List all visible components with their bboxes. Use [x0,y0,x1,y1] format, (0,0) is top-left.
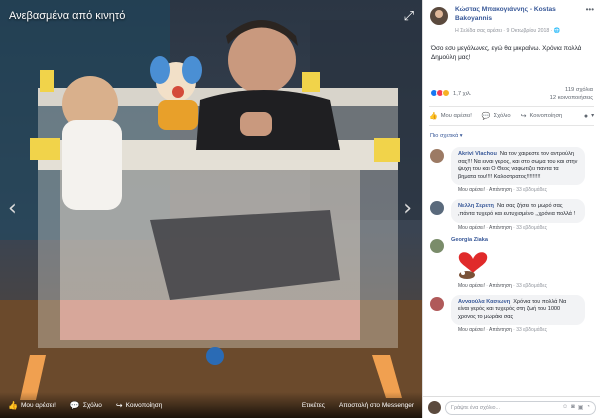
comment-meta: Μου αρέσει! · Απάντηση · 33 εβδομάδες [458,224,548,231]
post-meta-text: Η Σελίδα σας αρέσει · 9 Οκτωβρίου 2018 · [455,28,553,34]
like-icon: 👍 [429,113,438,120]
reaction-icons[interactable] [430,89,450,99]
photo-theater: Ανεβασμένα από κινητό ⤢ ‹ › 👍 Μου αρέσει!… [0,0,422,418]
comment-time[interactable]: 33 εβδομάδες [516,187,547,193]
comment-like-link[interactable]: Μου αρέσει! [458,283,485,289]
comment-bubble: Ανναούλα Κασιωνη Χρόνια του πολλά Να είνα… [451,294,585,326]
tag-button[interactable]: Ετικέτες [302,402,325,409]
comment-like-link[interactable]: Μου αρέσει! [458,225,485,231]
author-avatar[interactable] [430,7,448,25]
heart-sticker-icon [451,245,495,281]
comment-icon: 💬 [481,113,491,120]
reaction-count[interactable]: 1,7 χιλ. [453,91,472,97]
previous-arrow-icon[interactable]: ‹ [8,196,17,221]
comment-meta: Μου αρέσει! · Απάντηση · 33 εβδομάδες [458,282,548,289]
commenter-avatar[interactable] [430,149,444,163]
camera-icon[interactable]: ◙ [571,404,575,411]
comment-meta: Μου αρέσει! · Απάντηση · 33 εβδομάδες [458,327,548,334]
fullscreen-icon[interactable]: ⤢ [404,8,414,24]
comment-bubble: Νελλη Σερετη Να σας ζήσει το μωρό σας ,πά… [451,199,585,223]
reactions-row: 1,7 χιλ. 119 σχόλια 12 κοινοποιήσεις [423,74,600,102]
comment-reply-link[interactable]: Απάντηση [489,187,512,193]
post-meta: Η Σελίδα σας αρέσει · 9 Οκτωβρίου 2018 ·… [455,28,560,34]
comment-label: Σχόλιο [493,113,511,119]
comment-item: Georgia Ziaka Μου αρέσει! · Απάντηση · 3… [423,237,600,289]
comment-item: Νελλη Σερετη Να σας ζήσει το μωρό σας ,πά… [423,199,600,231]
comment-input-placeholder: Γράψτε ένα σχόλιο... [451,404,501,411]
commenter-name[interactable]: Akrivi Vlachou [458,151,497,157]
post-actions: 👍 Μου αρέσει! 💬 Σχόλιο ↪ Κοινοποίηση ● ▾ [429,106,594,126]
my-avatar [428,401,441,414]
comment-input[interactable]: Γράψτε ένα σχόλιο... ☺ ◙ ▣ ◔ [445,400,596,415]
comment-icon: 💬 [69,400,80,410]
share-button[interactable]: ↪ Κοινοποίηση [521,112,563,120]
commenter-avatar[interactable] [430,201,444,216]
gif-icon[interactable]: ▣ [578,404,584,411]
share-icon: ↪ [520,113,527,120]
commenter-avatar[interactable] [430,296,444,311]
post-side-panel: Κώστας Μπακογιάννης - Kostas Bakoyannis … [422,0,600,418]
commenter-name[interactable]: Georgia Ziaka [451,237,600,243]
comment-reply-link[interactable]: Απάντηση [489,327,512,333]
profile-icon: ● [583,112,589,120]
comment-time[interactable]: 33 εβδομάδες [516,283,547,289]
comment-item: Akrivi Vlachou Να τον χαιρεστε τον αντρού… [423,147,600,193]
post-header: Κώστας Μπακογιάννης - Kostas Bakoyannis … [423,0,600,56]
comment-bubble: Akrivi Vlachou Να τον χαιρεστε τον αντρού… [451,147,585,186]
page-selector[interactable]: ● ▾ [584,113,594,120]
share-icon: ↪ [115,400,123,410]
comments-count[interactable]: 119 σχόλια [550,86,593,94]
theater-comment-label: Σχόλιο [82,401,102,409]
commenter-name[interactable]: Νελλη Σερετη [458,203,494,209]
theater-share-button[interactable]: ↪ Κοινοποίηση [116,401,163,410]
next-arrow-icon[interactable]: › [403,196,412,221]
theater-share-label: Κοινοποίηση [125,401,163,409]
comment-time[interactable]: 33 εβδομάδες [516,327,547,333]
commenter-avatar[interactable] [430,238,444,253]
album-link[interactable]: Ανεβασμένα από κινητό [9,10,125,22]
like-button[interactable]: 👍 Μου αρέσει! [429,112,472,120]
share-label: Κοινοποίηση [529,113,563,119]
author-name[interactable]: Κώστας Μπακογιάννης - Kostas Bakoyannis [455,6,585,23]
theater-like-label: Μου αρέσει! [20,401,56,409]
emoji-icon[interactable]: ☺ [562,404,568,411]
comment-reply-link[interactable]: Απάντηση [489,283,512,289]
more-options-icon[interactable]: ••• [586,5,594,14]
comment-time[interactable]: 33 εβδομάδες [516,225,547,231]
wow-reaction-icon [442,89,450,97]
sticker-icon[interactable]: ◔ [586,404,590,411]
theater-like-button[interactable]: 👍 Μου αρέσει! [8,401,56,410]
theater-action-bar: 👍 Μου αρέσει! 💬 Σχόλιο ↪ Κοινοποίηση Ετικέτ… [0,392,422,418]
photo [0,0,422,418]
globe-icon: 🌐 [553,28,561,34]
like-label: Μου αρέσει! [440,113,472,119]
comment-like-link[interactable]: Μου αρέσει! [458,327,485,333]
comment-sort-dropdown[interactable]: Πιο σχετικά ▾ [423,126,600,141]
chevron-down-icon: ▾ [591,113,594,119]
commenter-name[interactable]: Ανναούλα Κασιωνη [458,299,510,305]
comment-meta: Μου αρέσει! · Απάντηση · 33 εβδομάδες [458,187,548,194]
comment-item: Ανναούλα Κασιωνη Χρόνια του πολλά Να είνα… [423,294,600,334]
comment-button[interactable]: 💬 Σχόλιο [482,112,511,120]
comment-reply-link[interactable]: Απάντηση [489,225,512,231]
comment-like-link[interactable]: Μου αρέσει! [458,187,485,193]
shares-count[interactable]: 12 κοινοποιήσεις [550,94,593,102]
like-icon: 👍 [8,400,18,410]
send-messenger-button[interactable]: Αποστολή στο Messenger [339,402,414,409]
comment-composer: Γράψτε ένα σχόλιο... ☺ ◙ ▣ ◔ [423,396,600,418]
theater-comment-button[interactable]: 💬 Σχόλιο [70,401,102,410]
